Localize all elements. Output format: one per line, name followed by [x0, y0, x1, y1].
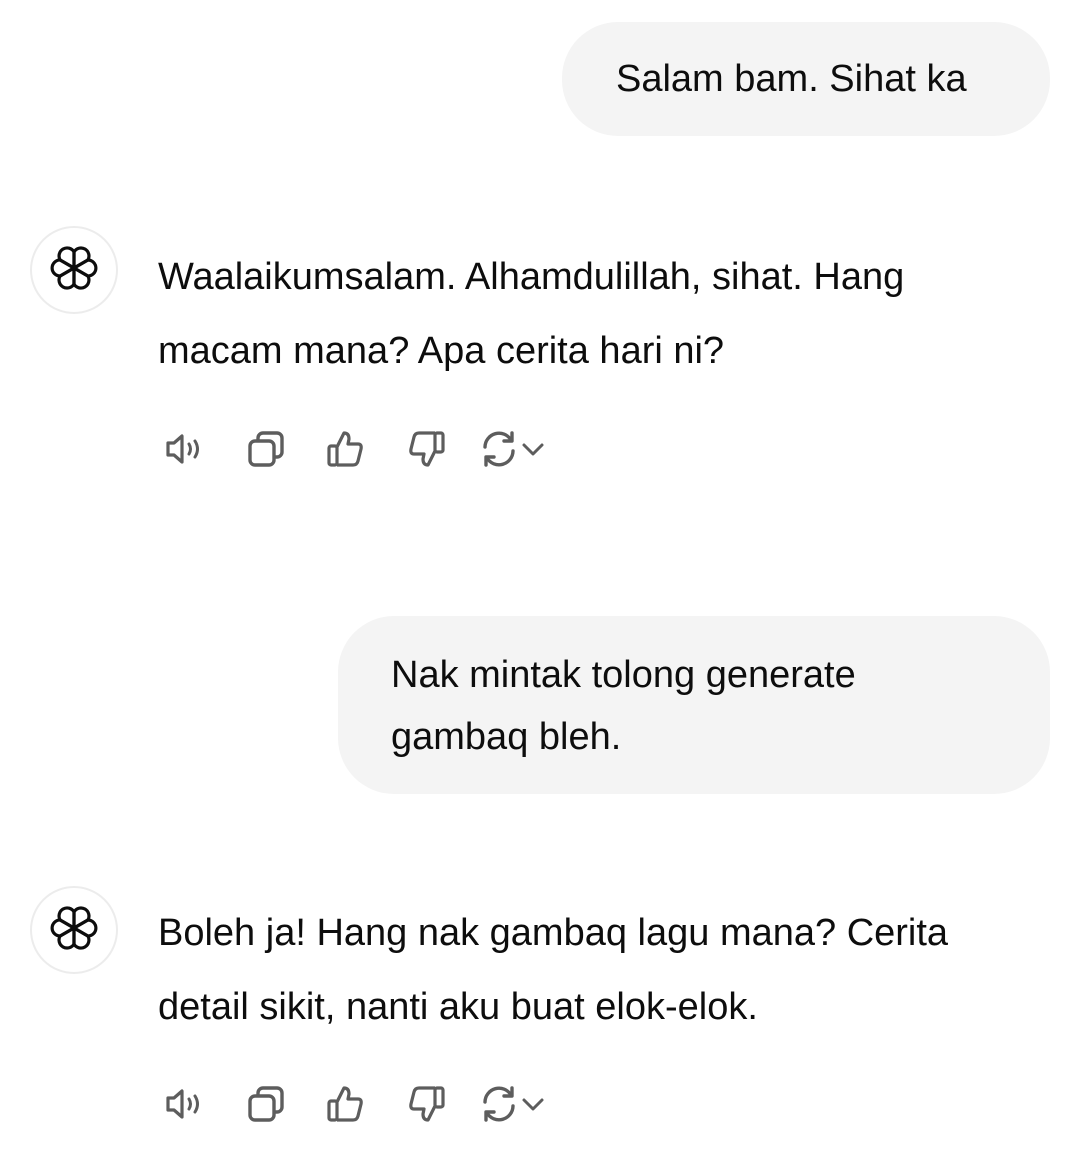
copy-button[interactable]	[240, 1080, 292, 1128]
read-aloud-button[interactable]	[160, 1080, 212, 1128]
chevron-down-icon	[520, 428, 546, 470]
user-message-text: Salam bam. Sihat ka	[616, 58, 967, 100]
thumbs-up-icon	[325, 428, 367, 470]
thumbs-down-icon	[405, 428, 447, 470]
thumbs-up-icon	[325, 1083, 367, 1125]
assistant-message-text: Boleh ja! Hang nak gambaq lagu mana? Cer…	[158, 912, 949, 1028]
read-aloud-button[interactable]	[160, 425, 212, 473]
openai-logo-icon	[47, 902, 101, 958]
speaker-icon	[164, 1086, 208, 1122]
user-message-bubble: Salam bam. Sihat ka	[562, 22, 1050, 136]
assistant-avatar	[30, 886, 118, 974]
chevron-down-icon	[520, 1083, 546, 1125]
good-response-button[interactable]	[320, 425, 372, 473]
assistant-message-text: Waalaikumsalam. Alhamdulillah, sihat. Ha…	[158, 256, 905, 372]
copy-button[interactable]	[240, 425, 292, 473]
regenerate-icon	[478, 428, 520, 470]
bad-response-button[interactable]	[400, 425, 452, 473]
bad-response-button[interactable]	[400, 1080, 452, 1128]
good-response-button[interactable]	[320, 1080, 372, 1128]
regenerate-button[interactable]	[478, 1080, 556, 1128]
speaker-icon	[164, 431, 208, 467]
regenerate-button[interactable]	[478, 425, 556, 473]
regenerate-icon	[478, 1083, 520, 1125]
copy-icon	[245, 428, 287, 470]
user-message-text: Nak mintak tolong generate gambaq bleh.	[391, 654, 856, 758]
user-message-bubble: Nak mintak tolong generate gambaq bleh.	[338, 616, 1050, 794]
assistant-avatar	[30, 226, 118, 314]
copy-icon	[245, 1083, 287, 1125]
openai-logo-icon	[47, 242, 101, 298]
thumbs-down-icon	[405, 1083, 447, 1125]
